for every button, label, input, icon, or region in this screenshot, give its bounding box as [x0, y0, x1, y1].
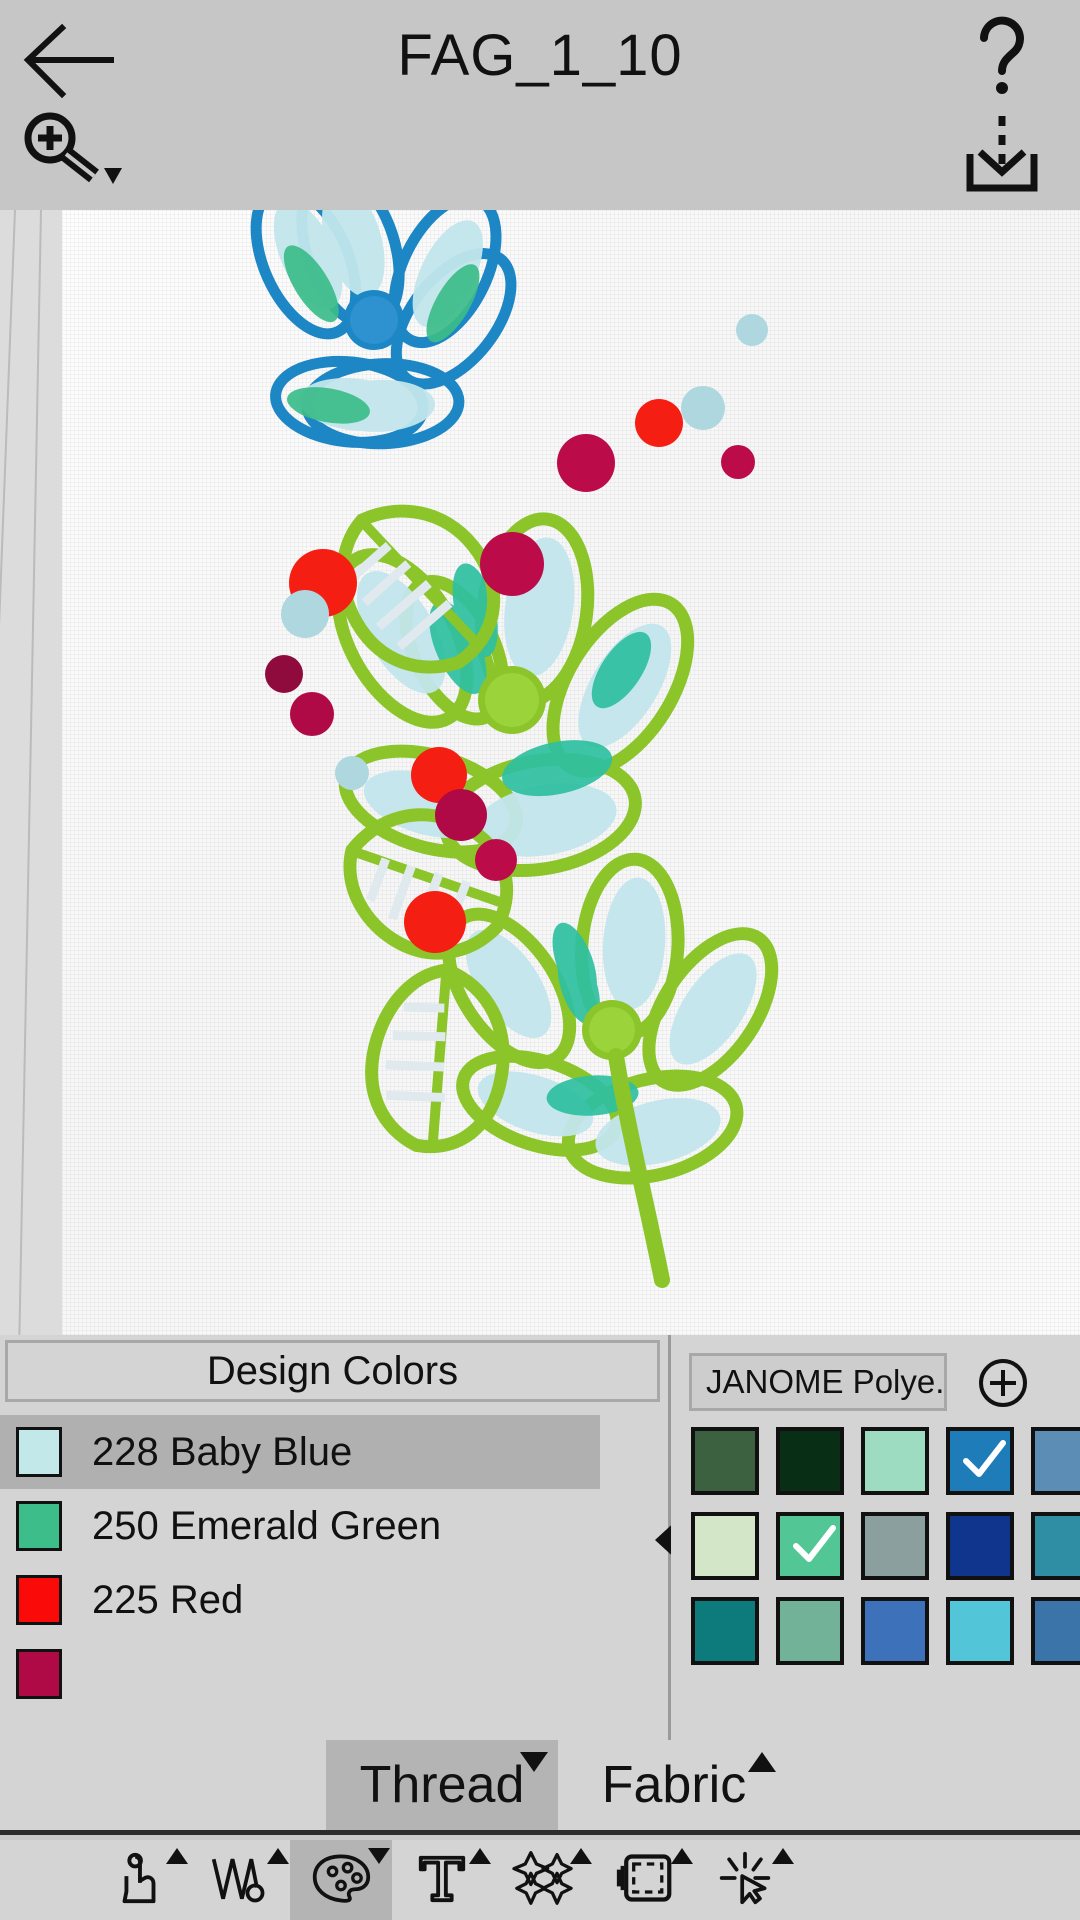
add-thread-icon[interactable] [977, 1357, 1029, 1409]
fabric-preview [62, 210, 1080, 1335]
thread-swatch[interactable] [1031, 1597, 1080, 1665]
toolbar-hoop-frame[interactable] [593, 1840, 695, 1920]
thread-swatch[interactable] [691, 1597, 759, 1665]
thread-swatch[interactable] [861, 1427, 929, 1495]
click-cursor-icon [716, 1850, 774, 1911]
toolbar-text-t[interactable] [391, 1840, 493, 1920]
design-color-chip [16, 1575, 62, 1625]
thread-swatch[interactable] [861, 1512, 929, 1580]
design-color-row[interactable]: 250 Emerald Green [0, 1489, 668, 1563]
pointing-hand-icon [110, 1849, 168, 1912]
embroidery-design [250, 210, 779, 1288]
design-color-row[interactable]: 225 Red [0, 1563, 668, 1637]
chevron-up-icon [166, 1848, 188, 1864]
thread-swatch[interactable] [776, 1427, 844, 1495]
thread-palette-panel: JANOME Polye... [671, 1335, 1080, 1740]
design-color-row[interactable]: 228 Baby Blue [0, 1415, 600, 1489]
check-icon [793, 1525, 836, 1562]
thread-brand-select[interactable]: JANOME Polye... [689, 1353, 947, 1411]
chevron-up-icon [570, 1848, 592, 1864]
chevron-up-icon [748, 1752, 776, 1772]
design-colors-header[interactable]: Design Colors [5, 1340, 660, 1402]
hoop-frame-icon [615, 1850, 673, 1911]
text-t-icon [415, 1850, 469, 1911]
zoom-in-magnifier-icon[interactable] [18, 110, 128, 190]
bottom-toolbar [0, 1840, 1080, 1920]
design-color-chip [16, 1427, 62, 1477]
thread-swatch-grid[interactable] [691, 1427, 1080, 1665]
toolbar-palette[interactable] [290, 1840, 392, 1920]
background-swoosh [0, 210, 16, 1335]
stitch-zigzag-icon [209, 1849, 271, 1912]
tab-fabric[interactable]: Fabric [558, 1740, 790, 1830]
design-color-chip [16, 1649, 62, 1699]
thread-swatch[interactable] [946, 1597, 1014, 1665]
design-colors-list[interactable]: 228 Baby Blue 250 Emerald Green 225 Red [0, 1415, 668, 1740]
thread-swatch[interactable] [861, 1597, 929, 1665]
chevron-up-icon [671, 1848, 693, 1864]
thread-swatch[interactable] [691, 1427, 759, 1495]
thread-swatch[interactable] [946, 1512, 1014, 1580]
design-color-row[interactable] [0, 1637, 668, 1711]
design-color-label: 225 Red [92, 1577, 244, 1622]
chevron-down-icon [520, 1752, 548, 1772]
save-download-icon[interactable] [962, 112, 1042, 194]
tab-thread-label: Thread [359, 1756, 525, 1814]
tab-fabric-label: Fabric [601, 1756, 747, 1814]
thread-swatch[interactable] [946, 1427, 1014, 1495]
toolbar-click-cursor[interactable] [694, 1840, 796, 1920]
chevron-up-icon [267, 1848, 289, 1864]
design-color-chip [16, 1501, 62, 1551]
thread-swatch[interactable] [776, 1597, 844, 1665]
panel-tabs-bar: Thread Fabric [0, 1740, 1080, 1835]
toolbar-pointing-hand[interactable] [88, 1840, 190, 1920]
tab-thread[interactable]: Thread [326, 1740, 558, 1830]
design-colors-panel: Design Colors 228 Baby Blue 250 Emerald G… [0, 1335, 668, 1740]
check-icon [963, 1440, 1006, 1477]
thread-swatch[interactable] [1031, 1427, 1080, 1495]
question-mark-icon[interactable] [962, 12, 1042, 102]
design-canvas[interactable] [0, 210, 1080, 1335]
sparkles-icon [512, 1849, 574, 1912]
toolbar-stitch-zigzag[interactable] [189, 1840, 291, 1920]
chevron-down-icon [368, 1848, 390, 1864]
thread-swatch[interactable] [776, 1512, 844, 1580]
design-color-label: 228 Baby Blue [92, 1429, 353, 1474]
design-color-label: 250 Emerald Green [92, 1503, 442, 1548]
chevron-up-icon [469, 1848, 491, 1864]
chevron-up-icon [772, 1848, 794, 1864]
app-header: FAG_1_10 [0, 0, 1080, 210]
thread-swatch[interactable] [691, 1512, 759, 1580]
page-title: FAG_1_10 [397, 23, 683, 88]
palette-icon [310, 1851, 372, 1910]
toolbar-sparkles[interactable] [492, 1840, 594, 1920]
background-swoosh [18, 210, 42, 1335]
thread-swatch[interactable] [1031, 1512, 1080, 1580]
